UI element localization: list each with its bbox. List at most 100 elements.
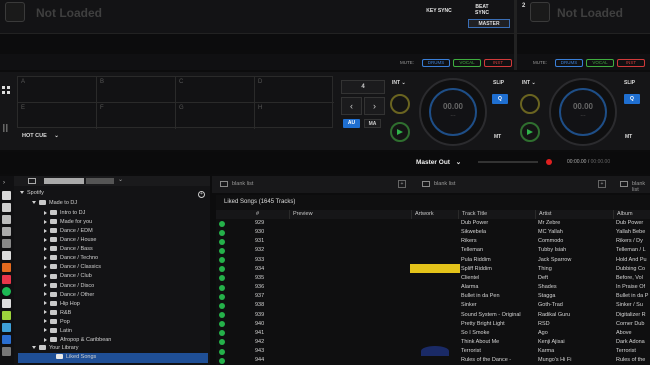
beatport-icon[interactable] (2, 311, 11, 320)
table-row[interactable]: 936 Alarma Shades In Praise Of (216, 283, 648, 292)
jog-wheel-left[interactable]: 00.00 --- (419, 78, 487, 146)
table-row[interactable]: 934 Spliff Riddim Thing Dubbing Co (216, 265, 648, 274)
pad-b[interactable]: B (97, 77, 176, 103)
beatjump-prev-button[interactable]: ‹ (341, 97, 362, 115)
list-icon-2[interactable] (422, 181, 430, 187)
apple-music-icon[interactable] (2, 275, 11, 284)
add-icon[interactable]: + (198, 191, 205, 198)
col-num[interactable]: # (253, 210, 259, 219)
pad-a[interactable]: A (18, 77, 97, 103)
table-row[interactable]: 942 Think About Me Kenji Ajisai Dark Adona (216, 338, 648, 347)
add-track-icon[interactable] (219, 284, 225, 291)
add-panel-icon-2[interactable]: + (598, 180, 606, 188)
pad-f[interactable]: F (97, 103, 176, 129)
add-track-icon[interactable] (219, 312, 225, 318)
play-button-right[interactable] (520, 122, 540, 142)
view-toggle[interactable] (44, 178, 84, 184)
table-row[interactable]: 930 Sikwebela MC Yallah Yallah Bebe (216, 228, 648, 237)
master-out-selector[interactable]: Master Out ⌄ (416, 158, 461, 166)
add-track-icon[interactable] (219, 257, 225, 264)
chevron-down-icon[interactable]: ⌄ (118, 176, 123, 183)
add-track-icon[interactable] (219, 220, 225, 227)
quantize-button-right[interactable]: Q (624, 94, 640, 104)
add-track-icon[interactable] (219, 302, 225, 309)
apps-icon[interactable] (2, 251, 11, 260)
key-sync-button[interactable]: KEY SYNC (421, 7, 457, 16)
tempo-knob[interactable] (390, 94, 410, 114)
table-row[interactable]: 937 Bullet in da Pen Stagga Bullet in da P (216, 292, 648, 301)
jog-wheel-right[interactable]: 00.00 --- (549, 78, 617, 146)
drums-mute-button[interactable]: DRUMS (422, 59, 450, 67)
table-row[interactable]: 935 Clientel Deft Before, Vol (216, 274, 648, 283)
vocal-mute-button-right[interactable]: VOCAL (586, 59, 614, 67)
auto-button[interactable]: AU (343, 119, 360, 128)
add-track-icon[interactable] (219, 229, 225, 236)
grid-icon[interactable] (2, 239, 11, 248)
slip-button-right[interactable]: SLIP (624, 80, 635, 86)
master-tempo-button[interactable]: MT (494, 134, 501, 140)
blank-list-3[interactable]: blank list (632, 181, 650, 193)
col-track[interactable]: Track Title (458, 210, 487, 219)
hotcue-selector[interactable]: HOT CUE ⌄ (22, 133, 59, 139)
soundcloud-icon[interactable] (2, 263, 11, 272)
master-tempo-button-right[interactable]: MT (625, 134, 632, 140)
quantize-button[interactable]: Q (492, 94, 508, 104)
add-panel-icon[interactable]: + (398, 180, 406, 188)
recording-progress-track[interactable] (478, 161, 538, 163)
device-icon[interactable] (2, 335, 11, 344)
bars-icon[interactable] (3, 124, 9, 132)
table-row[interactable]: 944 Rules of the Dance - Mungo's Hi Fi Rule… (216, 356, 648, 365)
table-row[interactable]: 939 Sound System - Original Radikal Guru Di… (216, 311, 648, 320)
add-track-icon[interactable] (219, 275, 225, 282)
blank-list-2[interactable]: blank list (434, 181, 455, 187)
tree-spotify[interactable]: Spotify (20, 189, 44, 199)
slip-button[interactable]: SLIP (493, 80, 504, 86)
tempo-knob-right[interactable] (520, 94, 540, 114)
tidal-icon[interactable] (2, 299, 11, 308)
pad-e[interactable]: E (18, 103, 97, 129)
beatsource-icon[interactable] (2, 323, 11, 332)
beat-sync-button[interactable]: BEAT SYNC (467, 4, 497, 18)
list-icon[interactable] (220, 181, 228, 187)
col-artwork[interactable]: Artwork (411, 210, 434, 219)
tree-liked-songs[interactable]: Liked Songs (18, 353, 208, 363)
add-track-icon[interactable] (219, 348, 225, 355)
table-row[interactable]: 940 Pretty Bright Light RSD Corner Dub (216, 320, 648, 329)
table-row[interactable]: 938 Sinker Goth-Trad Sinker / Su (216, 301, 648, 310)
add-track-icon[interactable] (219, 321, 225, 328)
table-row[interactable]: 933 Pula Riddim Jack Sparrow Hold And Pu (216, 256, 648, 265)
table-row[interactable]: 929 Dub Power Mr Zebre Dub Power (216, 219, 648, 228)
col-artist[interactable]: Artist (535, 210, 552, 219)
collapse-icon[interactable]: › (3, 180, 5, 186)
table-row[interactable]: 931 Rikers Commodo Rikers / Dy (216, 237, 648, 246)
playlist-icon[interactable] (2, 203, 11, 212)
master-button[interactable]: MASTER (468, 19, 510, 28)
add-track-icon[interactable] (219, 293, 225, 300)
add-track-icon[interactable] (219, 247, 225, 254)
add-track-icon[interactable] (219, 238, 225, 245)
inst-mute-button[interactable]: INST (484, 59, 512, 67)
record-button[interactable] (546, 159, 552, 165)
play-button[interactable] (390, 122, 410, 142)
grid-view-icon[interactable] (2, 86, 10, 94)
col-album[interactable]: Album (613, 210, 633, 219)
int-selector-right[interactable]: INT ⌄ (522, 80, 536, 86)
blank-list-1[interactable]: blank list (232, 181, 253, 187)
explorer-icon[interactable] (2, 215, 11, 224)
usb-icon[interactable] (2, 347, 11, 356)
manual-button[interactable]: MA (364, 119, 381, 128)
layout-icon[interactable] (28, 178, 36, 184)
inst-mute-button-right[interactable]: INST (617, 59, 645, 67)
int-selector[interactable]: INT ⌄ (392, 80, 406, 86)
list-icon-3[interactable] (620, 181, 628, 187)
beatjump-value[interactable]: 4 (341, 80, 385, 94)
pad-d[interactable]: D (255, 77, 334, 103)
collection-icon[interactable] (2, 191, 11, 200)
spotify-icon[interactable] (2, 287, 11, 296)
col-preview[interactable]: Preview (289, 210, 313, 219)
table-row[interactable]: 932 Telleman Tubby Isiah Telleman / L (216, 246, 648, 255)
view-toggle-2[interactable] (86, 178, 114, 184)
drums-mute-button-right[interactable]: DRUMS (555, 59, 583, 67)
add-track-icon[interactable] (219, 266, 225, 273)
pad-c[interactable]: C (176, 77, 255, 103)
